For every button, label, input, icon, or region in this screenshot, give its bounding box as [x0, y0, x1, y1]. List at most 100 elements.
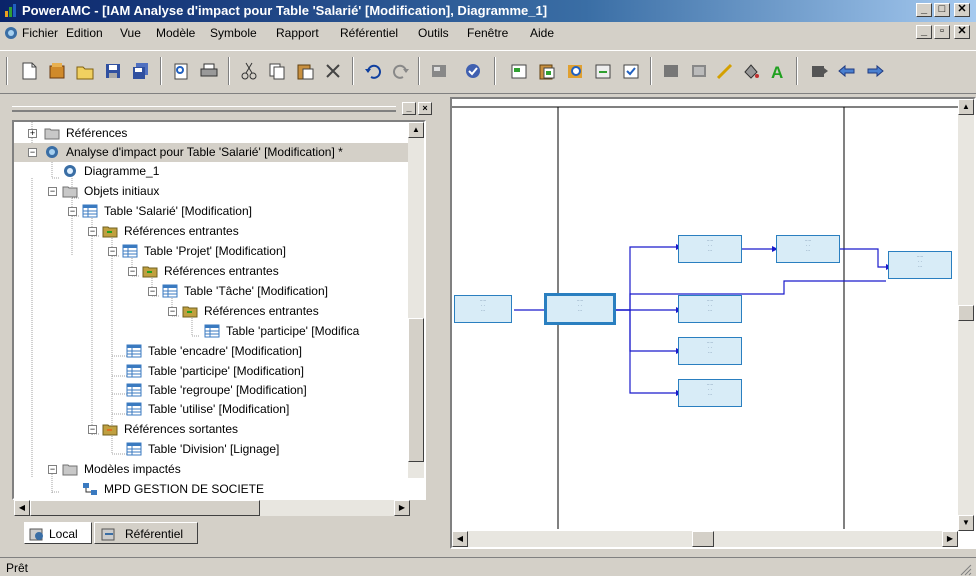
collapse-toggle[interactable]: −	[88, 425, 97, 434]
diagram-canvas[interactable]: ····· · · ··· ····· · · ··· ····· · · ··· ····…	[450, 97, 976, 549]
open-folder-icon[interactable]	[74, 60, 96, 82]
tab-local[interactable]: Local	[24, 522, 92, 544]
print-preview-icon[interactable]	[170, 60, 192, 82]
scroll-left-button[interactable]: ◀	[452, 531, 468, 547]
panel-minimize-button[interactable]: _	[402, 102, 416, 115]
incoming-references-icon	[142, 266, 158, 278]
open-model-icon[interactable]	[46, 60, 68, 82]
find-icon[interactable]	[564, 60, 586, 82]
collapse-toggle[interactable]: −	[48, 187, 57, 196]
diagram-table-regroupe[interactable]: ····· · · ···	[678, 295, 742, 323]
menu-vue[interactable]: Vue	[120, 26, 141, 40]
diagram-horizontal-scrollbar[interactable]: ◀ ▶	[452, 531, 958, 547]
menu-modele[interactable]: Modèle	[156, 26, 195, 40]
diagram-table-utilise[interactable]: ····· · · ···	[678, 379, 742, 407]
paste-diagram-icon[interactable]	[536, 60, 558, 82]
cut-icon[interactable]	[238, 60, 260, 82]
table-icon	[204, 324, 220, 338]
menu-outils[interactable]: Outils	[418, 26, 449, 40]
collapse-toggle[interactable]: −	[88, 227, 97, 236]
line-format-icon[interactable]	[688, 60, 710, 82]
move-icon[interactable]	[808, 60, 830, 82]
tree-node-label: Table 'participe' [Modification]	[148, 364, 304, 378]
scroll-left-button[interactable]: ◀	[14, 500, 30, 516]
browser-tree[interactable]: + Références − Analyse d'impact pour Tab…	[12, 120, 426, 500]
copy-icon[interactable]	[266, 60, 288, 82]
physical-model-icon	[83, 483, 97, 495]
collapse-toggle[interactable]: −	[148, 287, 157, 296]
toolbar-separator	[796, 57, 798, 85]
new-package-icon[interactable]	[508, 60, 530, 82]
scroll-thumb[interactable]	[692, 531, 714, 547]
check-model-icon[interactable]	[462, 60, 484, 82]
scroll-right-button[interactable]: ▶	[942, 531, 958, 547]
scroll-up-button[interactable]: ▲	[958, 99, 974, 115]
document-icon[interactable]	[4, 26, 19, 41]
forward-icon[interactable]	[864, 60, 886, 82]
redo-icon[interactable]	[390, 60, 412, 82]
scroll-thumb[interactable]	[958, 305, 974, 321]
import-icon[interactable]	[592, 60, 614, 82]
collapse-toggle[interactable]: −	[28, 148, 37, 157]
menu-rapport[interactable]: Rapport	[276, 26, 319, 40]
tree-node-label: Table 'Tâche' [Modification]	[184, 284, 328, 298]
tree-node[interactable]: + Références	[14, 124, 424, 143]
model-properties-icon[interactable]	[428, 60, 450, 82]
delete-icon[interactable]	[322, 60, 344, 82]
incoming-references-icon	[182, 306, 198, 318]
expand-toggle[interactable]: +	[28, 129, 37, 138]
table-icon	[126, 402, 142, 416]
collapse-toggle[interactable]: −	[128, 267, 137, 276]
menu-fenetre[interactable]: Fenêtre	[467, 26, 508, 40]
collapse-toggle[interactable]: −	[48, 465, 57, 474]
diagram-table-division[interactable]: ····· · · ···	[454, 295, 512, 323]
scroll-up-button[interactable]: ▲	[408, 122, 424, 138]
tree-vertical-scrollbar[interactable]: ▲	[408, 122, 424, 478]
scroll-thumb[interactable]	[408, 318, 424, 462]
back-icon[interactable]	[836, 60, 858, 82]
diagram-table-tache[interactable]: ····· · · ···	[776, 235, 840, 263]
undo-icon[interactable]	[362, 60, 384, 82]
panel-grip[interactable]	[12, 106, 396, 112]
collapse-toggle[interactable]: −	[68, 207, 77, 216]
check-icon[interactable]	[620, 60, 642, 82]
doc-minimize-button[interactable]: _	[916, 25, 932, 39]
menu-edition[interactable]: Edition	[66, 26, 103, 40]
fill-format-icon[interactable]	[660, 60, 682, 82]
text-color-icon[interactable]: A	[766, 60, 788, 82]
collapse-toggle[interactable]: −	[108, 247, 117, 256]
menu-fichier[interactable]: Fichier	[22, 26, 58, 40]
collapse-toggle[interactable]: −	[168, 307, 177, 316]
menu-referentiel[interactable]: Référentiel	[340, 26, 398, 40]
diagram-table-encadre[interactable]: ····· · · ···	[678, 337, 742, 365]
new-icon[interactable]	[18, 60, 40, 82]
scroll-right-button[interactable]: ▶	[394, 500, 410, 516]
diagram-table-participe-2[interactable]: ····· · · ···	[888, 251, 952, 279]
menu-symbole[interactable]: Symbole	[210, 26, 257, 40]
resize-grip-icon[interactable]	[958, 562, 972, 576]
paste-icon[interactable]	[294, 60, 316, 82]
scroll-thumb[interactable]	[30, 500, 260, 516]
panel-close-button[interactable]: ×	[418, 102, 432, 115]
color-fill-icon[interactable]	[740, 60, 762, 82]
tab-referentiel[interactable]: Référentiel	[94, 522, 198, 544]
doc-close-button[interactable]: ✕	[954, 25, 970, 39]
menu-aide[interactable]: Aide	[530, 26, 554, 40]
tree-horizontal-scrollbar[interactable]: ◀ ▶	[14, 500, 410, 516]
diagram-table-salarie[interactable]: ····· · · ···	[544, 293, 616, 325]
minimize-button[interactable]: _	[916, 3, 932, 17]
tree-node-selected[interactable]: − Analyse d'impact pour Table 'Salarié' …	[14, 143, 424, 162]
maximize-button[interactable]: □	[934, 3, 950, 17]
print-icon[interactable]	[198, 60, 220, 82]
close-button[interactable]: ✕	[954, 3, 970, 17]
scroll-down-button[interactable]: ▼	[958, 515, 974, 531]
outgoing-references-icon	[102, 424, 118, 436]
save-all-icon[interactable]	[130, 60, 152, 82]
poweramc-app-icon	[5, 4, 16, 17]
diagram-table-projet[interactable]: ····· · · ···	[678, 235, 742, 263]
pen-icon[interactable]	[714, 60, 736, 82]
tree-node-label: Table 'Projet' [Modification]	[144, 244, 286, 258]
save-icon[interactable]	[102, 60, 124, 82]
doc-restore-button[interactable]: ▫	[934, 25, 950, 39]
diagram-vertical-scrollbar[interactable]: ▲ ▼	[958, 99, 974, 531]
